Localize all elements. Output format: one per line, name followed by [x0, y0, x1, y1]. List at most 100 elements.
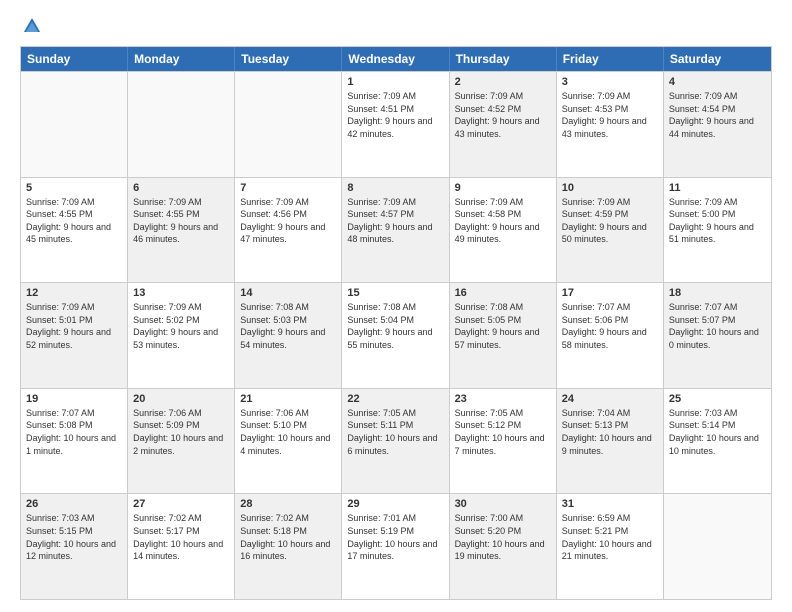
- weekday-header-friday: Friday: [557, 47, 664, 71]
- calendar-row-5: 26 Sunrise: 7:03 AM Sunset: 5:15 PM Dayli…: [21, 493, 771, 599]
- calendar-day-18: 18 Sunrise: 7:07 AM Sunset: 5:07 PM Dayli…: [664, 283, 771, 388]
- calendar-day-7: 7Sunrise: 7:09 AM Sunset: 4:56 PM Daylig…: [235, 178, 342, 283]
- calendar-day-19: 19Sunrise: 7:07 AM Sunset: 5:08 PM Dayli…: [21, 389, 128, 494]
- calendar-day-15: 15 Sunrise: 7:08 AM Sunset: 5:04 PM Dayli…: [342, 283, 449, 388]
- calendar-row-3: 12 Sunrise: 7:09 AM Sunset: 5:01 PM Dayli…: [21, 282, 771, 388]
- page: SundayMondayTuesdayWednesdayThursdayFrid…: [0, 0, 792, 612]
- day-number: 13: [133, 287, 229, 299]
- day-text: Sunrise: 7:08 AM Sunset: 5:03 PM Dayligh…: [240, 301, 336, 351]
- calendar-day-17: 17 Sunrise: 7:07 AM Sunset: 5:06 PM Dayli…: [557, 283, 664, 388]
- calendar-day-1: 1 Sunrise: 7:09 AM Sunset: 4:51 PM Daylig…: [342, 72, 449, 177]
- header: [20, 16, 772, 36]
- day-number: 11: [669, 182, 766, 194]
- calendar-day-22: 22Sunrise: 7:05 AM Sunset: 5:11 PM Dayli…: [342, 389, 449, 494]
- day-number: 2: [455, 76, 551, 88]
- day-number: 15: [347, 287, 443, 299]
- day-text: Sunrise: 7:08 AM Sunset: 5:04 PM Dayligh…: [347, 301, 443, 351]
- weekday-header-wednesday: Wednesday: [342, 47, 449, 71]
- day-number: 12: [26, 287, 122, 299]
- day-number: 17: [562, 287, 658, 299]
- day-text: Sunrise: 7:09 AM Sunset: 5:00 PM Dayligh…: [669, 196, 766, 246]
- calendar-row-4: 19Sunrise: 7:07 AM Sunset: 5:08 PM Dayli…: [21, 388, 771, 494]
- logo: [20, 16, 42, 36]
- calendar-day-27: 27Sunrise: 7:02 AM Sunset: 5:17 PM Dayli…: [128, 494, 235, 599]
- calendar-day-25: 25 Sunrise: 7:03 AM Sunset: 5:14 PM Dayli…: [664, 389, 771, 494]
- weekday-header-sunday: Sunday: [21, 47, 128, 71]
- day-text: Sunrise: 7:09 AM Sunset: 4:51 PM Dayligh…: [347, 90, 443, 140]
- day-text: Sunrise: 7:09 AM Sunset: 4:54 PM Dayligh…: [669, 90, 766, 140]
- calendar-day-24: 24 Sunrise: 7:04 AM Sunset: 5:13 PM Dayli…: [557, 389, 664, 494]
- day-number: 27: [133, 498, 229, 510]
- day-number: 1: [347, 76, 443, 88]
- day-text: Sunrise: 7:01 AM Sunset: 5:19 PM Dayligh…: [347, 512, 443, 562]
- calendar-day-empty: [21, 72, 128, 177]
- day-number: 10: [562, 182, 658, 194]
- calendar-day-13: 13 Sunrise: 7:09 AM Sunset: 5:02 PM Dayli…: [128, 283, 235, 388]
- day-number: 26: [26, 498, 122, 510]
- day-number: 30: [455, 498, 551, 510]
- calendar-day-21: 21 Sunrise: 7:06 AM Sunset: 5:10 PM Dayli…: [235, 389, 342, 494]
- day-text: Sunrise: 7:09 AM Sunset: 4:55 PM Dayligh…: [133, 196, 229, 246]
- day-text: Sunrise: 7:03 AM Sunset: 5:15 PM Dayligh…: [26, 512, 122, 562]
- calendar-day-28: 28Sunrise: 7:02 AM Sunset: 5:18 PM Dayli…: [235, 494, 342, 599]
- day-number: 6: [133, 182, 229, 194]
- day-text: Sunrise: 7:03 AM Sunset: 5:14 PM Dayligh…: [669, 407, 766, 457]
- day-number: 3: [562, 76, 658, 88]
- day-text: Sunrise: 7:05 AM Sunset: 5:12 PM Dayligh…: [455, 407, 551, 457]
- day-number: 5: [26, 182, 122, 194]
- calendar-body: 1 Sunrise: 7:09 AM Sunset: 4:51 PM Daylig…: [21, 71, 771, 599]
- calendar-day-3: 3 Sunrise: 7:09 AM Sunset: 4:53 PM Daylig…: [557, 72, 664, 177]
- calendar-day-empty: [128, 72, 235, 177]
- logo-icon: [22, 16, 42, 36]
- day-text: Sunrise: 7:07 AM Sunset: 5:06 PM Dayligh…: [562, 301, 658, 351]
- day-number: 9: [455, 182, 551, 194]
- calendar-day-30: 30 Sunrise: 7:00 AM Sunset: 5:20 PM Dayli…: [450, 494, 557, 599]
- day-number: 4: [669, 76, 766, 88]
- calendar-day-16: 16 Sunrise: 7:08 AM Sunset: 5:05 PM Dayli…: [450, 283, 557, 388]
- calendar-day-14: 14 Sunrise: 7:08 AM Sunset: 5:03 PM Dayli…: [235, 283, 342, 388]
- day-number: 14: [240, 287, 336, 299]
- day-text: Sunrise: 7:09 AM Sunset: 5:02 PM Dayligh…: [133, 301, 229, 351]
- day-text: Sunrise: 7:02 AM Sunset: 5:18 PM Dayligh…: [240, 512, 336, 562]
- day-text: Sunrise: 7:00 AM Sunset: 5:20 PM Dayligh…: [455, 512, 551, 562]
- calendar-day-empty: [664, 494, 771, 599]
- day-number: 18: [669, 287, 766, 299]
- calendar-row-2: 5 Sunrise: 7:09 AM Sunset: 4:55 PM Daylig…: [21, 177, 771, 283]
- calendar-day-6: 6 Sunrise: 7:09 AM Sunset: 4:55 PM Daylig…: [128, 178, 235, 283]
- day-number: 24: [562, 393, 658, 405]
- day-text: Sunrise: 7:06 AM Sunset: 5:10 PM Dayligh…: [240, 407, 336, 457]
- weekday-header-thursday: Thursday: [450, 47, 557, 71]
- calendar-day-20: 20 Sunrise: 7:06 AM Sunset: 5:09 PM Dayli…: [128, 389, 235, 494]
- calendar: SundayMondayTuesdayWednesdayThursdayFrid…: [20, 46, 772, 600]
- day-text: Sunrise: 7:09 AM Sunset: 4:58 PM Dayligh…: [455, 196, 551, 246]
- day-number: 31: [562, 498, 658, 510]
- day-text: Sunrise: 7:06 AM Sunset: 5:09 PM Dayligh…: [133, 407, 229, 457]
- day-number: 16: [455, 287, 551, 299]
- calendar-day-31: 31 Sunrise: 6:59 AM Sunset: 5:21 PM Dayli…: [557, 494, 664, 599]
- calendar-day-29: 29 Sunrise: 7:01 AM Sunset: 5:19 PM Dayli…: [342, 494, 449, 599]
- calendar-day-5: 5Sunrise: 7:09 AM Sunset: 4:55 PM Daylig…: [21, 178, 128, 283]
- day-text: Sunrise: 7:04 AM Sunset: 5:13 PM Dayligh…: [562, 407, 658, 457]
- day-text: Sunrise: 7:09 AM Sunset: 4:56 PM Dayligh…: [240, 196, 336, 246]
- calendar-day-2: 2Sunrise: 7:09 AM Sunset: 4:52 PM Daylig…: [450, 72, 557, 177]
- calendar-day-4: 4 Sunrise: 7:09 AM Sunset: 4:54 PM Daylig…: [664, 72, 771, 177]
- calendar-day-12: 12 Sunrise: 7:09 AM Sunset: 5:01 PM Dayli…: [21, 283, 128, 388]
- day-text: Sunrise: 6:59 AM Sunset: 5:21 PM Dayligh…: [562, 512, 658, 562]
- day-text: Sunrise: 7:05 AM Sunset: 5:11 PM Dayligh…: [347, 407, 443, 457]
- weekday-header-saturday: Saturday: [664, 47, 771, 71]
- day-text: Sunrise: 7:09 AM Sunset: 5:01 PM Dayligh…: [26, 301, 122, 351]
- day-number: 29: [347, 498, 443, 510]
- day-text: Sunrise: 7:09 AM Sunset: 4:57 PM Dayligh…: [347, 196, 443, 246]
- calendar-day-23: 23Sunrise: 7:05 AM Sunset: 5:12 PM Dayli…: [450, 389, 557, 494]
- calendar-row-1: 1 Sunrise: 7:09 AM Sunset: 4:51 PM Daylig…: [21, 71, 771, 177]
- day-text: Sunrise: 7:08 AM Sunset: 5:05 PM Dayligh…: [455, 301, 551, 351]
- day-number: 8: [347, 182, 443, 194]
- day-number: 25: [669, 393, 766, 405]
- calendar-day-11: 11 Sunrise: 7:09 AM Sunset: 5:00 PM Dayli…: [664, 178, 771, 283]
- day-number: 20: [133, 393, 229, 405]
- day-text: Sunrise: 7:07 AM Sunset: 5:07 PM Dayligh…: [669, 301, 766, 351]
- day-number: 19: [26, 393, 122, 405]
- calendar-day-10: 10Sunrise: 7:09 AM Sunset: 4:59 PM Dayli…: [557, 178, 664, 283]
- day-number: 21: [240, 393, 336, 405]
- day-text: Sunrise: 7:09 AM Sunset: 4:53 PM Dayligh…: [562, 90, 658, 140]
